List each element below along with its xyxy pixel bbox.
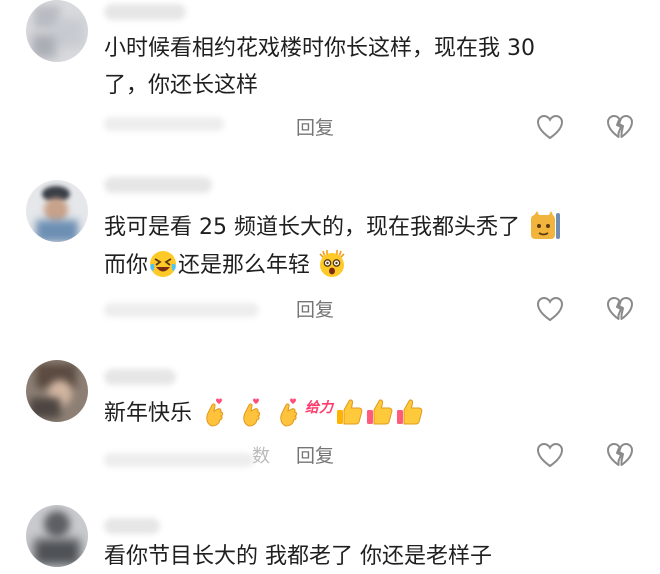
comment-text: 而你	[104, 253, 149, 278]
comment-meta-suffix: 数	[252, 446, 270, 467]
heart-outline-icon[interactable]	[536, 114, 564, 140]
astonished-face-emoji	[319, 250, 345, 277]
username[interactable]	[104, 177, 212, 193]
thumbs-up-emoji	[397, 399, 423, 425]
cat-face-emoji	[530, 211, 560, 239]
reply-button[interactable]: 回复	[296, 295, 334, 322]
comment-text-line-2: 而你 还是那么年轻	[104, 249, 347, 283]
username[interactable]	[104, 369, 176, 385]
comment-meta	[104, 117, 224, 131]
thumbs-up-emoji	[367, 399, 393, 425]
avatar[interactable]	[26, 0, 88, 62]
heart-outline-icon[interactable]	[536, 296, 564, 322]
reply-button[interactable]: 回复	[296, 113, 334, 140]
username[interactable]	[104, 518, 160, 534]
comment-text-line-1: 小时候看相约花戏楼时你长这样，现在我 30	[104, 36, 535, 61]
geili-sticker: 给力	[305, 400, 334, 416]
comment-meta	[104, 453, 254, 467]
comment-text-line-1: 看你节目长大的 我都老了 你还是老样子	[104, 544, 492, 569]
broken-heart-outline-icon[interactable]	[606, 114, 634, 140]
avatar[interactable]	[26, 180, 88, 242]
thumbs-up-emoji	[337, 399, 363, 425]
comment-text: 新年快乐	[104, 401, 193, 426]
broken-heart-outline-icon[interactable]	[606, 296, 634, 322]
username[interactable]	[104, 4, 186, 20]
broken-heart-outline-icon[interactable]	[606, 442, 634, 468]
comment-text: 我可是看 25 频道长大的，现在我都头秃了	[104, 215, 520, 240]
comment-text-line-2: 了，你还长这样	[104, 73, 259, 98]
comment-meta	[104, 303, 259, 317]
heart-hands-emoji	[243, 398, 261, 427]
heart-hands-emoji	[280, 398, 298, 427]
comment-text-line-1: 我可是看 25 频道长大的，现在我都头秃了	[104, 211, 561, 245]
comment-text: 还是那么年轻	[178, 253, 311, 278]
heart-hands-emoji	[206, 398, 224, 427]
rolling-on-floor-laughing-emoji	[150, 251, 177, 277]
avatar[interactable]	[26, 505, 88, 567]
heart-outline-icon[interactable]	[536, 442, 564, 468]
avatar[interactable]	[26, 360, 88, 422]
reply-button[interactable]: 回复	[296, 441, 334, 468]
comment-text-line-1: 新年快乐 给力	[104, 397, 425, 431]
